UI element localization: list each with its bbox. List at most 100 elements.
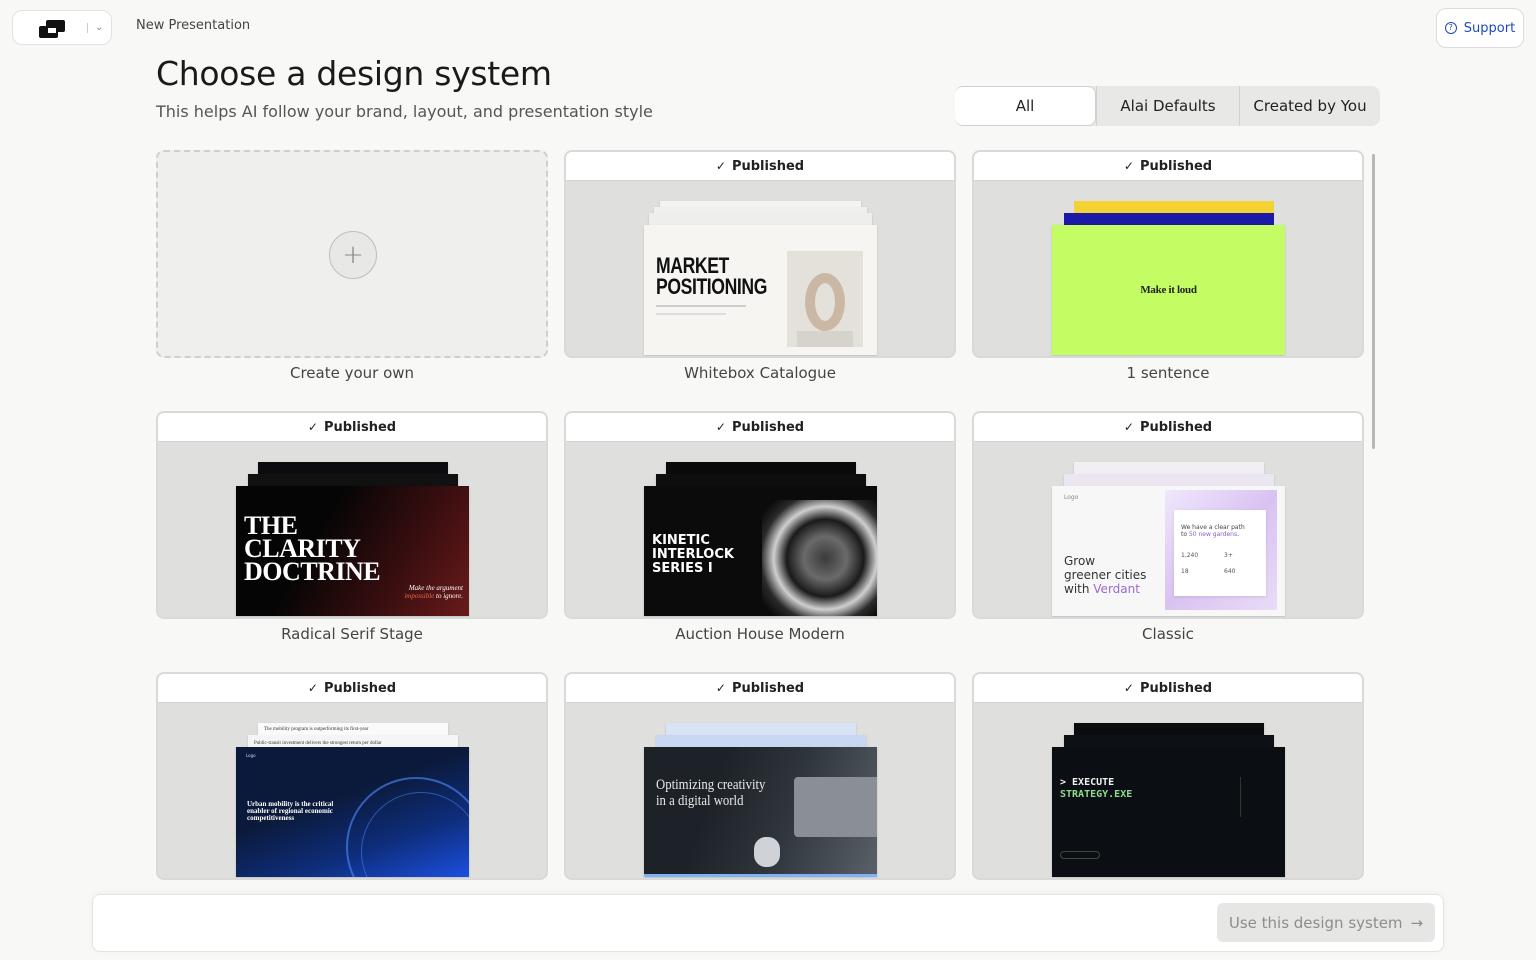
preview-logo: Logo [1064, 494, 1079, 501]
mouse-image [754, 837, 780, 867]
preview-heading: MARKET [656, 253, 729, 278]
preview-stack: MARKET POSITIONING [644, 201, 877, 356]
preview-stat: 640 [1224, 568, 1236, 575]
slide-preview: MARKET POSITIONING [644, 225, 877, 355]
preview-tagline: Make the argument [408, 584, 463, 592]
preview-stack: The mobility program is outperforming it… [236, 723, 469, 878]
published-badge: ✓ Published [974, 413, 1362, 442]
preview-heading: STRATEGY.EXE [1060, 789, 1133, 800]
design-card-classic[interactable]: ✓ Published Logo Grow greener cities with… [972, 411, 1364, 619]
published-badge: ✓ Published [566, 152, 954, 181]
preview-card-text: to [1181, 531, 1189, 538]
published-badge: ✓ Published [566, 674, 954, 703]
card-label: Create your own [289, 364, 415, 382]
preview-heading: DOCTRINE [244, 557, 381, 586]
card-label: 1 sentence [1126, 364, 1210, 382]
preview-heading: Grow [1064, 554, 1096, 568]
published-label: Published [1139, 419, 1213, 435]
preview-card-text-accent: 50 new gardens [1188, 531, 1238, 538]
preview-stack: Logo Grow greener cities with Verdant We… [1052, 462, 1285, 617]
preview-heading: with [1064, 582, 1094, 596]
document-title[interactable]: New Presentation [136, 18, 250, 33]
design-card-whitebox-catalogue[interactable]: ✓ Published MARKET POSITIONING [564, 150, 956, 358]
card-label: Whitebox Catalogue [684, 364, 836, 382]
preview-heading: INTERLOCK [652, 547, 734, 562]
preview-stack: Optimizing creativity in a digital world [644, 723, 877, 878]
logo-divider [87, 23, 88, 33]
tab-created-by-you[interactable]: Created by You [1239, 86, 1380, 126]
preview-card-text: We have a clear path [1181, 524, 1245, 531]
preview-tagline: to ignore. [434, 592, 463, 600]
preview-heading: SERIES I [652, 561, 713, 576]
card-label: Classic [1142, 625, 1194, 643]
design-card-urban-mobility[interactable]: ✓ Published The mobility program is outpe… [156, 672, 548, 880]
published-badge: ✓ Published [566, 413, 954, 442]
chevron-down-icon[interactable]: ⌄ [95, 21, 103, 35]
published-label: Published [1139, 680, 1213, 696]
slide-preview: Optimizing creativity in a digital world [644, 747, 877, 877]
preview-logo: Logo [246, 753, 256, 758]
preview-heading: greener cities [1064, 568, 1147, 582]
card-label: Radical Serif Stage [281, 625, 423, 643]
published-badge: ✓ Published [974, 152, 1362, 181]
check-icon: ✓ [715, 681, 726, 695]
design-card-optimizing-creativity[interactable]: ✓ Published Optimizing creativity in a di… [564, 672, 956, 880]
check-icon: ✓ [715, 159, 726, 173]
tab-all[interactable]: All [955, 86, 1096, 126]
preview-heading-accent: Verdant [1093, 582, 1140, 596]
filter-tabs: All Alai Defaults Created by You [955, 86, 1380, 126]
preview-behind-text: Public-transit investment delivers the s… [254, 741, 382, 746]
preview-stack: Make it loud [1052, 201, 1285, 356]
slide-preview: Logo Urban mobility is the critical enab… [236, 747, 469, 877]
check-icon: ✓ [307, 681, 318, 695]
preview-behind-text: The mobility program is outperforming it… [264, 727, 369, 732]
check-icon: ✓ [1123, 681, 1134, 695]
ring-image [762, 500, 877, 616]
laptop-image [794, 777, 877, 837]
support-label: Support [1463, 20, 1516, 36]
published-badge: ✓ Published [974, 674, 1362, 703]
published-label: Published [323, 680, 397, 696]
arrow-right-icon: → [1410, 913, 1424, 932]
preview-tagline-accent: impossible [404, 592, 435, 600]
published-label: Published [323, 419, 397, 435]
plus-icon: + [329, 231, 377, 279]
design-card-execute-strategy[interactable]: ✓ Published > EXECUTE STRATEGY.EXE [972, 672, 1364, 880]
preview-stat: 1,240 [1181, 552, 1199, 559]
check-icon: ✓ [1123, 159, 1134, 173]
preview-stack: KINETIC INTERLOCK SERIES I [644, 462, 877, 617]
alai-logo-icon [39, 20, 65, 38]
preview-heading: > EXECUTE [1060, 777, 1115, 788]
preview-stat: 18 [1181, 568, 1189, 575]
page-subtitle: This helps AI follow your brand, layout,… [156, 102, 653, 121]
published-label: Published [731, 158, 805, 174]
support-button[interactable]: ? Support [1436, 8, 1524, 48]
preview-heading: Optimizing creativity [656, 777, 766, 793]
preview-heading: KINETIC [652, 533, 710, 548]
preview-text: Urban mobility is the critical enabler o… [247, 800, 334, 822]
preview-text: Make it loud [1140, 284, 1197, 296]
slide-preview: KINETIC INTERLOCK SERIES I [644, 486, 877, 616]
page-title: Choose a design system [156, 54, 552, 93]
check-icon: ✓ [715, 420, 726, 434]
design-card-1-sentence[interactable]: ✓ Published Make it loud [972, 150, 1364, 358]
scrollbar-thumb[interactable] [1372, 154, 1375, 449]
tab-alai-defaults[interactable]: Alai Defaults [1096, 86, 1239, 126]
published-label: Published [731, 419, 805, 435]
create-your-own-card[interactable]: + [156, 150, 548, 358]
published-badge: ✓ Published [158, 413, 546, 442]
preview-heading: POSITIONING [656, 274, 767, 299]
design-card-radical-serif-stage[interactable]: ✓ Published THE CLARITY DOCTRINE Make the… [156, 411, 548, 619]
preview-card-text: . [1237, 531, 1239, 538]
design-card-auction-house-modern[interactable]: ✓ Published KINETIC INTERLOCK SERIES I [564, 411, 956, 619]
use-design-system-button[interactable]: Use this design system → [1217, 903, 1435, 942]
preview-stack: > EXECUTE STRATEGY.EXE [1052, 723, 1285, 878]
workspace-switcher[interactable]: ⌄ [12, 10, 112, 45]
card-label: Auction House Modern [675, 625, 845, 643]
slide-preview: > EXECUTE STRATEGY.EXE [1052, 747, 1285, 877]
preview-heading: in a digital world [656, 793, 744, 809]
published-label: Published [731, 680, 805, 696]
preview-stat: 3+ [1224, 552, 1233, 559]
sculpture-image [787, 251, 863, 347]
preview-stack: THE CLARITY DOCTRINE Make the argument i… [236, 462, 469, 617]
